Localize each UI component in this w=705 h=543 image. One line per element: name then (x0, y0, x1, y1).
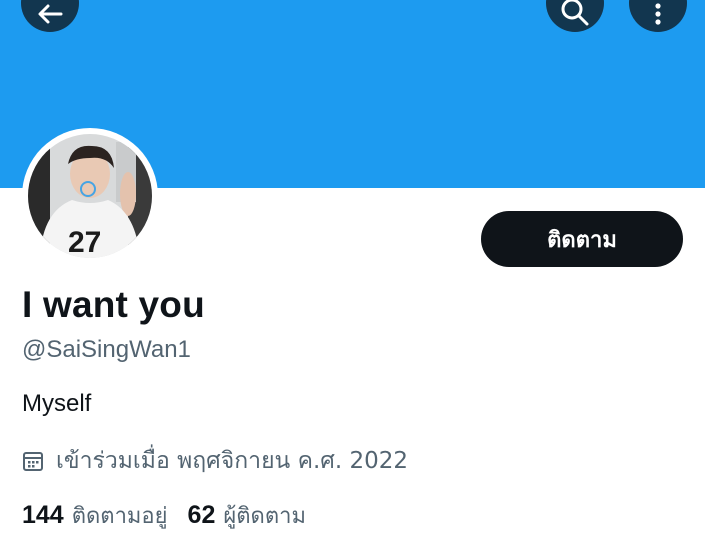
followers-stat[interactable]: 62 ผู้ติดตาม (188, 498, 306, 533)
following-stat[interactable]: 144 ติดตามอยู่ (22, 498, 168, 533)
more-vertical-icon (655, 3, 661, 25)
calendar-icon (23, 452, 43, 471)
avatar-container[interactable]: 27 (22, 128, 158, 264)
followers-count: 62 (187, 501, 216, 529)
joined-date-row: เข้าร่วมเมื่อ พฤศจิกายน ค.ศ. 2022 (22, 443, 408, 479)
follow-button[interactable]: ติดตาม (481, 211, 683, 267)
display-name: I want you (22, 284, 205, 325)
user-handle: @SaiSingWan1 (22, 336, 191, 363)
follow-stats: 144 ติดตามอยู่ 62 ผู้ติดตาม (22, 498, 326, 533)
following-label: ติดตามอยู่ (71, 504, 168, 529)
arrow-left-icon (38, 4, 63, 24)
following-count: 144 (22, 501, 64, 529)
svg-text:27: 27 (68, 226, 101, 258)
bio: Myself (22, 390, 92, 417)
joined-date-text: เข้าร่วมเมื่อ พฤศจิกายน ค.ศ. 2022 (56, 448, 409, 474)
avatar: 27 (28, 134, 152, 258)
followers-label: ผู้ติดตาม (223, 504, 306, 529)
search-icon (561, 0, 589, 26)
